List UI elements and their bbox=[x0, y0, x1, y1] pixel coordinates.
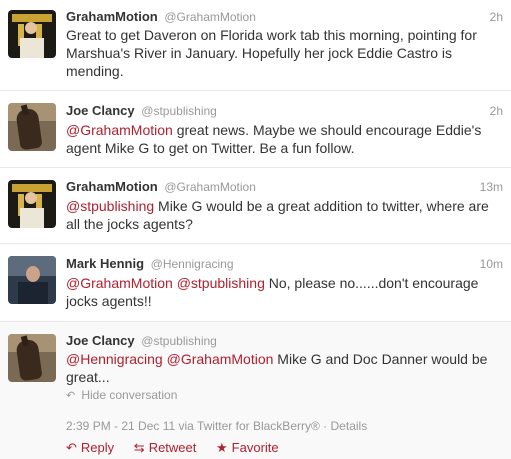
tweet-text: @Hennigracing @GrahamMotion Mike G and D… bbox=[66, 350, 496, 386]
text-line: all the jocks agents? bbox=[66, 216, 193, 232]
avatar[interactable] bbox=[8, 334, 56, 382]
tweet-text: @GrahamMotion great news. Maybe we shoul… bbox=[66, 121, 496, 157]
text-line: jocks agents!! bbox=[66, 293, 152, 309]
tweet-5-expanded[interactable]: Joe Clancy @stpublishing @Hennigracing @… bbox=[0, 322, 511, 459]
fullname[interactable]: GrahamMotion bbox=[66, 179, 158, 194]
screenname[interactable]: @GrahamMotion bbox=[164, 180, 256, 194]
text-line: @stpublishing Mike G would be a great ad… bbox=[66, 197, 496, 215]
mention-link[interactable]: @GrahamMotion bbox=[66, 275, 173, 291]
tweet-actions: ↶ Reply ⇆ Retweet ★ Favorite bbox=[66, 440, 295, 456]
text-line: great... bbox=[66, 369, 110, 385]
text-fragment: Mike G would be a great addition to twit… bbox=[154, 198, 489, 214]
retweet-button[interactable]: ⇆ Retweet bbox=[134, 440, 197, 455]
mention-link[interactable]: @Hennigracing bbox=[66, 351, 163, 367]
text-fragment: No, please no......don't encourage bbox=[264, 275, 479, 291]
tweet-2[interactable]: Joe Clancy @stpublishing 2h @GrahamMotio… bbox=[0, 91, 511, 168]
retweet-icon: ⇆ bbox=[133, 440, 145, 455]
text-line: Marshua's River in January. Hopefully he… bbox=[66, 45, 453, 61]
avatar[interactable] bbox=[8, 180, 56, 228]
tweet-header: Mark Hennig @Hennigracing bbox=[66, 256, 234, 271]
avatar[interactable] bbox=[8, 10, 56, 58]
text-fragment: Mike G and Doc Danner would be bbox=[273, 351, 488, 367]
mention-link[interactable]: @GrahamMotion bbox=[66, 122, 173, 138]
text-fragment: great news. Maybe we should encourage Ed… bbox=[172, 122, 482, 138]
tweet-3[interactable]: GrahamMotion @GrahamMotion 13m @stpublis… bbox=[0, 168, 511, 244]
tweet-meta: 2:39 PM - 21 Dec 11 via Twitter for Blac… bbox=[66, 419, 367, 433]
tweet-4[interactable]: Mark Hennig @Hennigracing 10m @GrahamMot… bbox=[0, 244, 511, 322]
reply-button[interactable]: ↶ Reply bbox=[66, 440, 114, 455]
retweet-label: Retweet bbox=[148, 440, 197, 455]
star-icon: ★ bbox=[216, 440, 228, 455]
tweet-1[interactable]: GrahamMotion @GrahamMotion 2h Great to g… bbox=[0, 0, 511, 91]
avatar[interactable] bbox=[8, 256, 56, 304]
fullname[interactable]: Joe Clancy bbox=[66, 333, 135, 348]
details-link[interactable]: Details bbox=[331, 419, 368, 433]
reply-icon: ↶ bbox=[66, 440, 77, 455]
text-line: mending. bbox=[66, 63, 124, 79]
screenname[interactable]: @stpublishing bbox=[141, 334, 217, 348]
text-line: Great to get Daveron on Florida work tab… bbox=[66, 27, 477, 43]
text-line: agent Mike G to get on Twitter. Be a fun… bbox=[66, 140, 355, 156]
fullname[interactable]: Joe Clancy bbox=[66, 103, 135, 118]
screenname[interactable]: @GrahamMotion bbox=[164, 10, 256, 24]
favorite-button[interactable]: ★ Favorite bbox=[216, 440, 279, 455]
tweet-text: @stpublishing Mike G would be a great ad… bbox=[66, 197, 496, 233]
tweet-header: Joe Clancy @stpublishing bbox=[66, 103, 217, 118]
favorite-label: Favorite bbox=[231, 440, 279, 455]
mention-link[interactable]: @GrahamMotion bbox=[167, 351, 274, 367]
tweet-text: @GrahamMotion @stpublishing No, please n… bbox=[66, 274, 496, 310]
tweet-timestamp[interactable]: 2:39 PM - 21 Dec 11 via Twitter for Blac… bbox=[66, 419, 320, 433]
text-line: @GrahamMotion @stpublishing No, please n… bbox=[66, 274, 496, 292]
fullname[interactable]: Mark Hennig bbox=[66, 256, 144, 271]
screenname[interactable]: @stpublishing bbox=[141, 104, 217, 118]
tweet-text: Great to get Daveron on Florida work tab… bbox=[66, 26, 496, 80]
reply-label: Reply bbox=[80, 440, 115, 455]
tweet-header: GrahamMotion @GrahamMotion bbox=[66, 179, 256, 194]
mention-link[interactable]: @stpublishing bbox=[177, 275, 265, 291]
separator-dot: · bbox=[323, 419, 331, 433]
fullname[interactable]: GrahamMotion bbox=[66, 9, 158, 24]
mention-link[interactable]: @stpublishing bbox=[66, 198, 154, 214]
timestamp[interactable]: 2h bbox=[490, 104, 503, 118]
text-line: @GrahamMotion great news. Maybe we shoul… bbox=[66, 121, 496, 139]
collapse-arrow-icon: ↶ bbox=[66, 390, 76, 402]
tweet-header: Joe Clancy @stpublishing bbox=[66, 333, 217, 348]
hide-conversation-link[interactable]: ↶ Hide conversation bbox=[66, 388, 177, 402]
text-line: @Hennigracing @GrahamMotion Mike G and D… bbox=[66, 350, 496, 368]
hide-conversation-label: Hide conversation bbox=[81, 388, 178, 402]
timestamp[interactable]: 13m bbox=[480, 180, 503, 194]
timestamp[interactable]: 10m bbox=[480, 257, 503, 271]
screenname[interactable]: @Hennigracing bbox=[151, 257, 234, 271]
avatar[interactable] bbox=[8, 103, 56, 151]
tweet-header: GrahamMotion @GrahamMotion bbox=[66, 9, 256, 24]
timestamp[interactable]: 2h bbox=[490, 10, 503, 24]
